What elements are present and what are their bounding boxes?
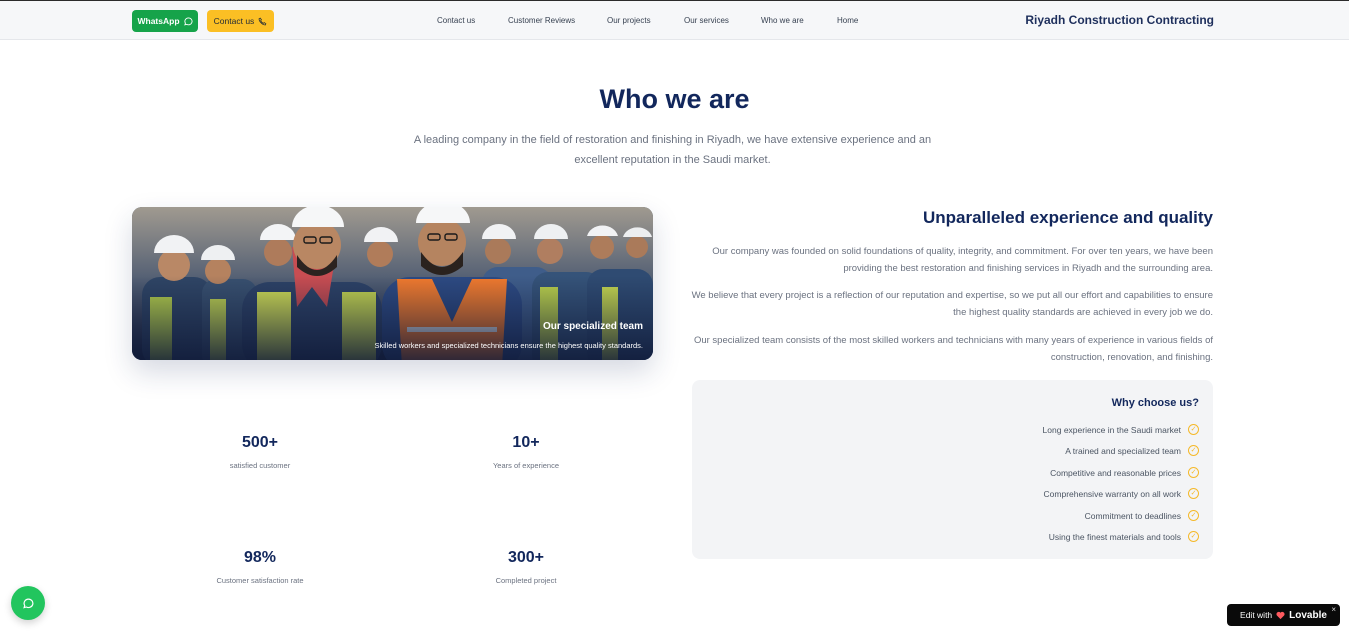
stat-value-projects: 300+	[507, 549, 545, 566]
photo-caption: Skilled workers and specialized technici…	[374, 341, 643, 350]
why-title: Why choose us?	[1111, 397, 1199, 409]
stat-value-customers: 500+	[241, 434, 279, 451]
brand-logo-text[interactable]: Riyadh Construction Contracting	[1025, 13, 1214, 27]
whatsapp-label: WhatsApp	[137, 16, 180, 26]
close-icon[interactable]: ×	[1331, 605, 1336, 614]
phone-icon	[258, 17, 267, 25]
photo-title: Our specialized team	[542, 321, 643, 332]
why-item: Competitive and reasonable prices ✓	[1050, 467, 1199, 478]
check-circle-icon: ✓	[1188, 531, 1199, 542]
stat-label-projects: Completed project	[495, 576, 557, 585]
stat-value-satisfaction: 98%	[243, 549, 277, 566]
check-circle-icon: ✓	[1188, 467, 1199, 478]
why-item: A trained and specialized team ✓	[1065, 445, 1199, 456]
team-photo-card: Our specialized team Skilled workers and…	[132, 207, 653, 360]
check-circle-icon: ✓	[1188, 488, 1199, 499]
why-item: Using the finest materials and tools ✓	[1049, 531, 1199, 542]
nav-contact-us[interactable]: Contact us	[437, 16, 475, 25]
why-item-label: A trained and specialized team	[1065, 445, 1181, 456]
why-item-label: Competitive and reasonable prices	[1050, 467, 1181, 478]
nav-our-projects[interactable]: Our projects	[607, 16, 651, 25]
edit-with-lovable-badge[interactable]: Edit with Lovable ×	[1227, 604, 1340, 626]
why-choose-us-box: Why choose us? Long experience in the Sa…	[692, 380, 1213, 559]
chat-bubble-icon	[183, 16, 193, 26]
why-item-label: Comprehensive warranty on all work	[1043, 488, 1181, 499]
stat-label-satisfaction: Customer satisfaction rate	[216, 576, 304, 585]
floating-whatsapp-button[interactable]	[11, 586, 45, 620]
why-item-label: Using the finest materials and tools	[1048, 531, 1181, 542]
why-item: Commitment to deadlines ✓	[1085, 510, 1199, 521]
chat-bubble-icon	[22, 598, 33, 609]
about-paragraph-2: We believe that every project is a refle…	[691, 290, 1213, 318]
stat-label-customers: satisfied customer	[229, 461, 291, 470]
whatsapp-button[interactable]: WhatsApp	[132, 10, 198, 32]
why-item: Comprehensive warranty on all work ✓	[1044, 488, 1199, 499]
about-paragraph-1: Our company was founded on solid foundat…	[712, 246, 1213, 274]
about-paragraph-3: Our specialized team consists of the mos…	[693, 335, 1213, 363]
nav-customer-reviews[interactable]: Customer Reviews	[508, 16, 575, 25]
section-title: Who we are	[599, 84, 750, 114]
nav-our-services[interactable]: Our services	[684, 16, 729, 25]
why-item-label: Long experience in the Saudi market	[1042, 424, 1181, 435]
heart-logo-icon	[1276, 611, 1285, 619]
badge-brand: Lovable	[1289, 609, 1327, 621]
badge-prefix: Edit with	[1240, 610, 1273, 620]
why-item-label: Commitment to deadlines	[1084, 510, 1181, 521]
top-navbar: WhatsApp Contact us Contact us Customer …	[0, 0, 1349, 40]
about-heading: Unparalleled experience and quality	[922, 208, 1213, 227]
stat-value-years: 10+	[512, 434, 540, 451]
stat-label-years: Years of experience	[492, 461, 560, 470]
nav-who-we-are[interactable]: Who we are	[761, 16, 804, 25]
check-circle-icon: ✓	[1188, 445, 1199, 456]
check-circle-icon: ✓	[1188, 510, 1199, 521]
contact-button[interactable]: Contact us	[207, 10, 274, 32]
check-circle-icon: ✓	[1188, 424, 1199, 435]
section-subtitle: A leading company in the field of restor…	[413, 134, 932, 166]
nav-home[interactable]: Home	[837, 16, 858, 25]
contact-label: Contact us	[213, 16, 255, 26]
why-item: Long experience in the Saudi market ✓	[1043, 424, 1199, 435]
team-photo	[132, 207, 653, 360]
